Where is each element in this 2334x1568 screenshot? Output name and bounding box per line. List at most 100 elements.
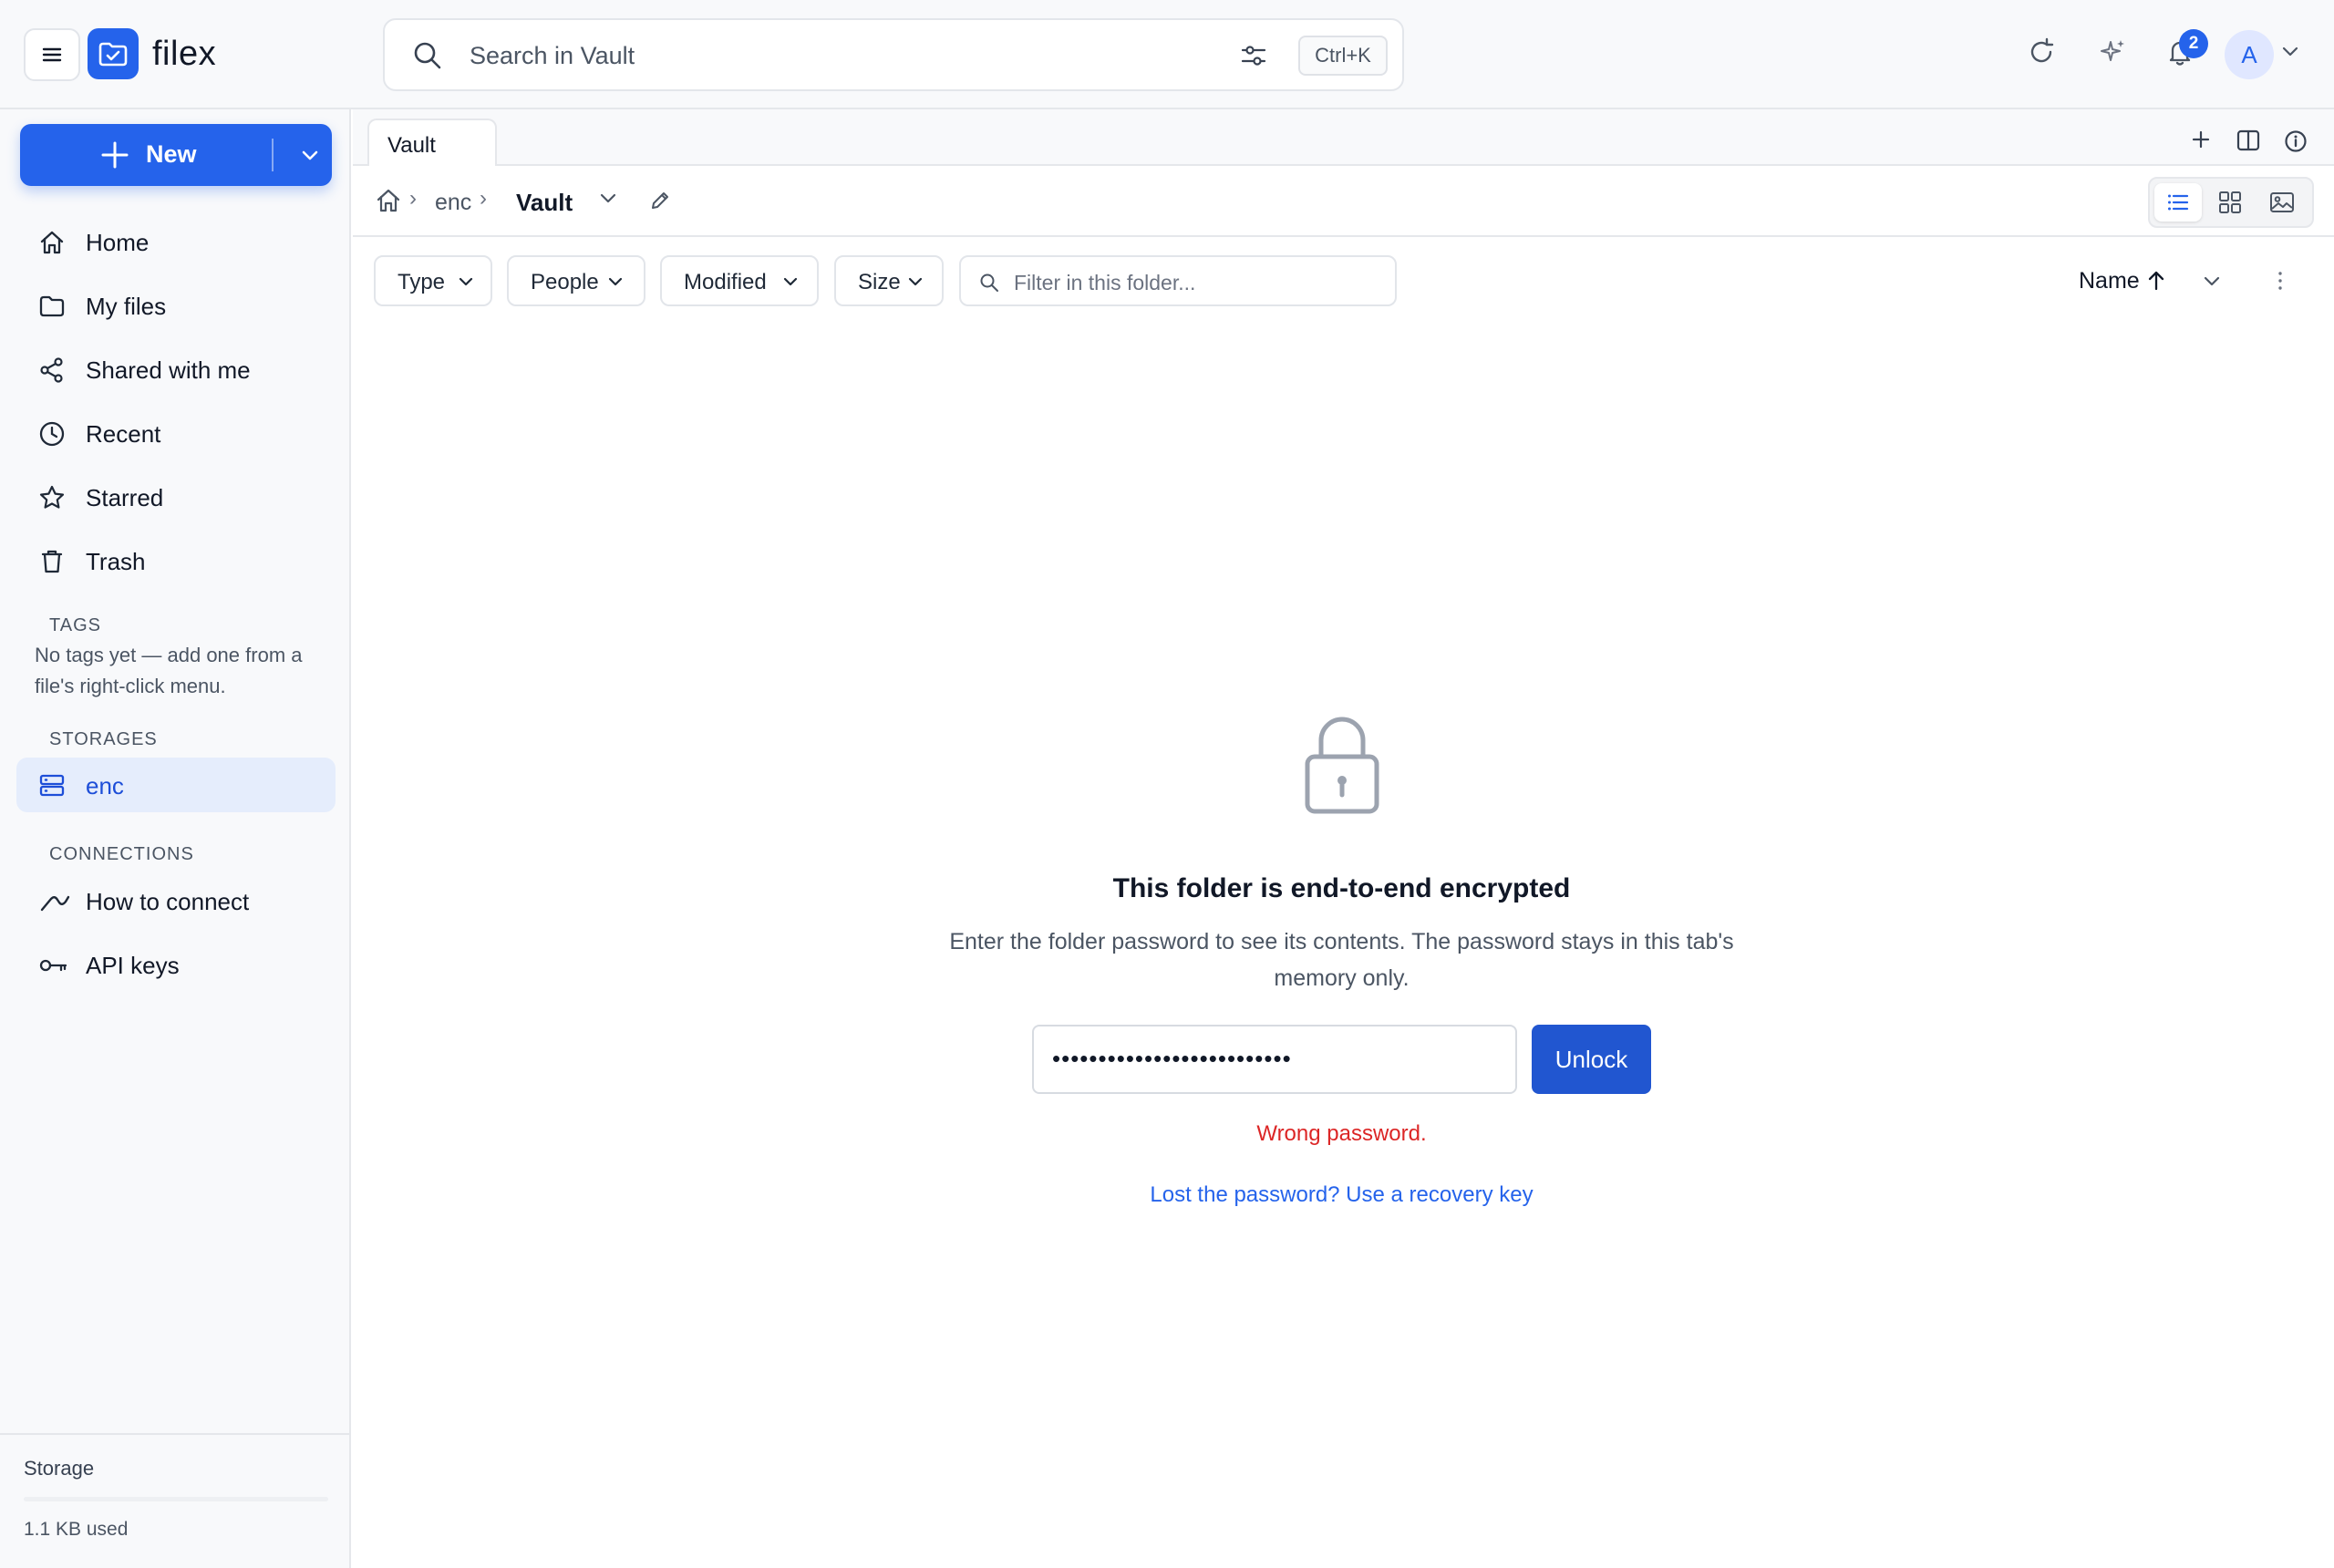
star-icon xyxy=(39,485,65,509)
sidebar-item-label: Recent xyxy=(86,420,161,448)
add-tab-icon[interactable] xyxy=(2191,129,2211,150)
folder-check-icon xyxy=(98,42,128,67)
arrow-up-icon[interactable] xyxy=(2146,270,2166,292)
tab-vault[interactable]: Vault xyxy=(367,119,497,168)
password-value: •••••••••••••••••••••••••• xyxy=(1052,1045,1292,1072)
storage-title: Storage xyxy=(24,1457,95,1480)
search-bar[interactable]: Search in Vault Ctrl+K xyxy=(383,18,1404,91)
more-vertical-icon[interactable] xyxy=(2276,270,2285,292)
recovery-key-link[interactable]: Lost the password? Use a recovery key xyxy=(1003,1182,1680,1208)
encrypted-title: This folder is end-to-end encrypted xyxy=(1112,873,1571,903)
pencil-icon[interactable] xyxy=(649,190,671,211)
connections-section-title: CONNECTIONS xyxy=(49,844,194,864)
filter-placeholder: Filter in this folder... xyxy=(1014,271,1196,294)
encrypted-description: Enter the folder password to see its con… xyxy=(949,929,1734,991)
chevron-down-icon[interactable] xyxy=(599,191,617,206)
key-icon xyxy=(39,959,67,972)
avatar[interactable]: A xyxy=(2225,30,2274,79)
error-message: Wrong password. xyxy=(1256,1121,1427,1146)
trash-icon xyxy=(41,550,63,573)
link-icon xyxy=(40,895,70,912)
split-view-icon[interactable] xyxy=(2236,129,2260,151)
sidebar: New Home My files Shared with me Recent xyxy=(0,109,351,1568)
view-mode-toggle xyxy=(2148,177,2314,228)
list-view-button[interactable] xyxy=(2154,183,2202,222)
sidebar-item-starred[interactable]: Starred xyxy=(16,469,336,524)
password-field[interactable]: •••••••••••••••••••••••••• xyxy=(1032,1025,1517,1094)
share-icon xyxy=(40,357,63,383)
filter-type[interactable]: Type xyxy=(374,255,492,306)
search-input[interactable]: Search in Vault xyxy=(470,42,635,70)
chevron-down-icon[interactable] xyxy=(2282,46,2298,58)
new-button-label: New xyxy=(146,140,197,168)
gallery-view-button[interactable] xyxy=(2257,183,2305,222)
sort-by-name[interactable]: Name xyxy=(2079,268,2140,294)
breadcrumb-separator: › xyxy=(409,186,417,211)
notification-count-badge: 2 xyxy=(2179,29,2208,58)
clock-icon xyxy=(39,421,65,447)
sidebar-item-recent[interactable]: Recent xyxy=(16,406,336,460)
storage-usage: Storage 1.1 KB used xyxy=(0,1433,351,1568)
sidebar-item-trash[interactable]: Trash xyxy=(16,533,336,588)
unlock-button[interactable]: Unlock xyxy=(1532,1025,1651,1094)
new-button[interactable]: New xyxy=(20,124,332,186)
chevron-down-icon xyxy=(783,277,798,286)
lock-icon xyxy=(1305,717,1379,814)
filter-label: Size xyxy=(858,270,901,294)
breadcrumb-storage[interactable]: enc xyxy=(435,190,471,216)
tags-empty-message: No tags yet — add one from a file's righ… xyxy=(35,644,303,697)
folder-icon xyxy=(39,295,65,317)
chevron-down-icon xyxy=(908,277,923,286)
sidebar-item-label: Home xyxy=(86,229,150,256)
grid-icon xyxy=(2219,191,2241,213)
chevron-down-icon xyxy=(608,277,623,286)
chevron-down-icon[interactable] xyxy=(2203,275,2221,288)
sidebar-item-how-to-connect[interactable]: How to connect xyxy=(16,873,336,928)
sidebar-item-label: enc xyxy=(86,772,124,799)
search-icon xyxy=(980,273,998,292)
filter-size[interactable]: Size xyxy=(834,255,944,306)
sidebar-item-shared[interactable]: Shared with me xyxy=(16,342,336,397)
sidebar-item-api-keys[interactable]: API keys xyxy=(16,937,336,992)
refresh-icon[interactable] xyxy=(2026,36,2057,67)
storage-progress-bar xyxy=(24,1497,328,1501)
home-icon xyxy=(40,231,64,254)
filter-label: Type xyxy=(398,270,446,294)
plus-icon xyxy=(101,141,129,169)
menu-button[interactable] xyxy=(24,28,80,81)
storage-used-text: 1.1 KB used xyxy=(24,1519,129,1540)
hamburger-icon xyxy=(42,47,62,62)
sidebar-item-storage-enc[interactable]: enc xyxy=(16,758,336,812)
info-icon[interactable] xyxy=(2284,129,2308,153)
image-icon xyxy=(2270,192,2294,212)
breadcrumb-separator: › xyxy=(480,186,487,211)
sidebar-item-my-files[interactable]: My files xyxy=(16,278,336,333)
search-icon xyxy=(414,42,441,69)
filter-people[interactable]: People xyxy=(507,255,645,306)
sidebar-item-label: Starred xyxy=(86,484,164,511)
app-logo[interactable] xyxy=(88,28,139,79)
filter-label: Modified xyxy=(684,270,767,294)
sidebar-item-label: Shared with me xyxy=(86,356,251,384)
sliders-icon[interactable] xyxy=(1240,42,1267,69)
sidebar-item-label: API keys xyxy=(86,952,180,979)
breadcrumb: › enc › Vault xyxy=(353,166,2334,237)
tags-section-title: TAGS xyxy=(49,615,101,635)
chevron-down-icon xyxy=(459,277,473,286)
sparkle-icon[interactable] xyxy=(2097,36,2128,67)
sidebar-item-home[interactable]: Home xyxy=(16,214,336,269)
sidebar-item-label: How to connect xyxy=(86,888,250,915)
sidebar-item-label: Trash xyxy=(86,548,146,575)
folder-filter-input[interactable]: Filter in this folder... xyxy=(959,255,1397,306)
storages-section-title: STORAGES xyxy=(49,729,158,749)
home-icon[interactable] xyxy=(375,188,402,213)
server-icon xyxy=(39,774,65,797)
breadcrumb-current-folder[interactable]: Vault xyxy=(516,189,573,217)
sidebar-item-label: My files xyxy=(86,293,167,320)
tab-bar: Vault xyxy=(353,109,2334,168)
shortcut-hint: Ctrl+K xyxy=(1298,36,1388,76)
filter-modified[interactable]: Modified xyxy=(660,255,819,306)
grid-view-button[interactable] xyxy=(2206,183,2254,222)
app-name: filex xyxy=(152,35,217,73)
chevron-down-icon[interactable] xyxy=(299,144,321,166)
